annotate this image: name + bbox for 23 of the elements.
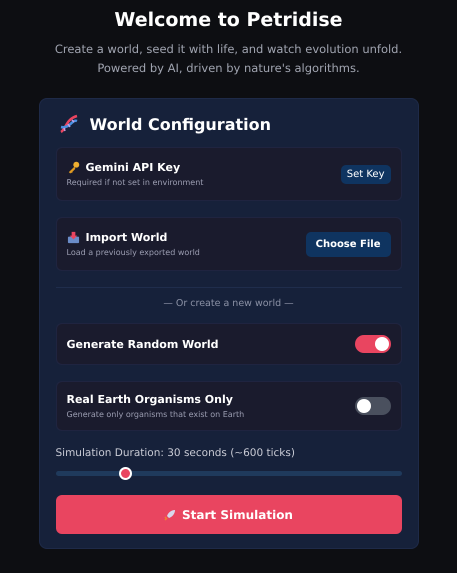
dna-icon — [58, 113, 80, 135]
toggle-hint: Generate only organisms that exist on Earth — [66, 410, 244, 419]
page-title: Welcome to Petridise — [114, 9, 343, 31]
toggle-label: Generate Random World — [66, 338, 218, 350]
panel-heading: World Configuration — [90, 114, 271, 134]
option-hint: Load a previously exported world — [66, 248, 200, 257]
divider-text: — Or create a new world — — [162, 298, 295, 309]
option-hint: Required if not set in environment — [66, 178, 204, 187]
option-button[interactable]: Choose File — [306, 232, 390, 256]
key-icon — [66, 161, 80, 174]
toggle-switch[interactable] — [354, 397, 390, 415]
rocket-icon — [164, 508, 176, 520]
toggle-label: Real Earth Organisms Only — [66, 393, 234, 406]
option-label: Gemini API Key — [86, 161, 180, 174]
option-label: Import World — [86, 231, 168, 244]
duration-label: Simulation Duration: 30 seconds (~600 ticks) — [56, 447, 296, 459]
inbox-tray-icon — [66, 231, 80, 244]
option-button[interactable]: Set Key — [340, 164, 390, 184]
subtitle-line: Powered by AI, driven by nature's algorithms. — [96, 60, 361, 77]
start-button[interactable]: Start Simulation — [56, 495, 402, 534]
slider-thumb[interactable] — [118, 467, 132, 480]
subtitle-line: Create a world, seed it with life, and watch evolution unfold. — [54, 41, 402, 58]
toggle-switch[interactable] — [354, 335, 390, 353]
